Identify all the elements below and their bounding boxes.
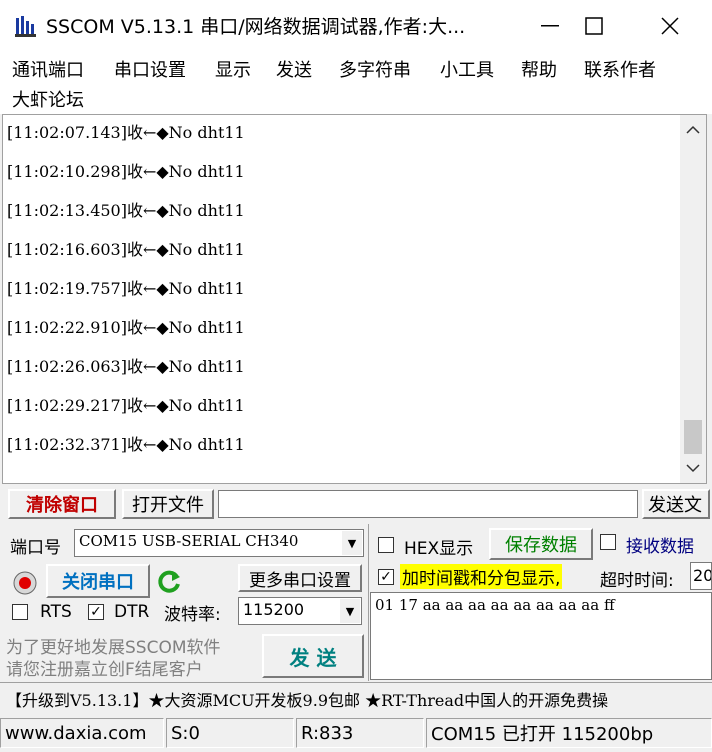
close-port-button[interactable]: 关闭串口 [46,564,150,598]
status-bar: www.daxia.com S:0 R:833 COM15 已打开 115200… [0,716,712,752]
ad-banner[interactable]: 【升级到V5.13.1】★大资源MCU开发板9.9包邮 ★RT-Thread中国… [0,682,712,712]
chevron-down-icon[interactable]: ▼ [340,599,360,623]
log-line: [11:02:13.450]收←◆No dht11 [7,201,245,220]
menu-contact-author[interactable]: 联系作者 [584,56,656,82]
scroll-up-icon[interactable] [686,125,700,135]
title-bar: SSCOM V5.13.1 串口/网络数据调试器,作者:大... [0,0,712,52]
receive-data-checkbox[interactable] [600,534,616,550]
scroll-down-icon[interactable] [686,463,700,473]
timeout-value: 20 [693,566,712,585]
menu-forum[interactable]: 大虾论坛 [12,86,84,112]
log-line: [11:02:32.371]收←◆No dht11 [7,435,245,454]
port-select[interactable]: COM15 USB-SERIAL CH340 ▼ [74,529,364,557]
send-file-button[interactable]: 发送文 [642,489,710,519]
timestamp-label: 加时间戳和分包显示, [400,564,563,589]
timestamp-checkbox[interactable]: ✓ [378,569,394,585]
menu-tools[interactable]: 小工具 [440,56,494,82]
baud-rate-label: 波特率: [164,605,221,625]
maximize-button[interactable] [562,0,626,52]
sscom-app-icon [15,16,36,37]
save-data-button[interactable]: 保存数据 [489,528,593,560]
scrollbar-thumb[interactable] [684,420,702,454]
menu-bar: 通讯端口 串口设置 显示 发送 多字符串 小工具 帮助 联系作者 大虾论坛 [0,52,712,114]
log-line: [11:02:22.910]收←◆No dht11 [7,318,245,337]
log-scrollbar[interactable] [680,115,706,483]
receive-data-label: 接收数据 [626,537,694,557]
log-line: [11:02:19.757]收←◆No dht11 [7,279,245,298]
receive-log[interactable]: [11:02:07.143]收←◆No dht11 [11:02:10.298]… [2,114,707,484]
menu-serial-settings[interactable]: 串口设置 [114,56,186,82]
clear-window-button[interactable]: 清除窗口 [8,489,116,519]
close-window-button[interactable] [638,0,702,52]
timeout-input[interactable]: 20 [690,562,712,590]
send-button[interactable]: 发 送 [262,634,364,678]
refresh-icon[interactable] [157,568,183,594]
status-sent-count: S:0 [166,718,294,748]
baud-rate-select[interactable]: 115200 ▼ [238,597,362,625]
file-path-input[interactable] [218,490,638,518]
send-data-input[interactable]: 01 17 aa aa aa aa aa aa aa aa ff [370,592,712,680]
more-serial-settings-button[interactable]: 更多串口设置 [238,564,362,592]
menu-multi-string[interactable]: 多字符串 [339,56,411,82]
dtr-label: DTR [114,602,150,622]
send-data-content: 01 17 aa aa aa aa aa aa aa aa ff [375,596,615,614]
menu-comm-port[interactable]: 通讯端口 [12,56,84,82]
promo-text-line2[interactable]: 请您注册嘉立创F结尾客户 [6,655,203,680]
log-line: [11:02:10.298]收←◆No dht11 [7,162,245,181]
minimize-icon [541,25,559,27]
hex-display-checkbox[interactable] [378,537,394,553]
timeout-label: 超时时间: [600,571,674,591]
port-select-value: COM15 USB-SERIAL CH340 [79,532,299,550]
hex-display-label: HEX显示 [404,539,474,559]
menu-send[interactable]: 发送 [276,56,312,82]
status-received-count: R:833 [296,718,424,748]
status-port-info: COM15 已打开 115200bp [426,718,712,748]
baud-rate-value: 115200 [243,600,305,619]
panel-divider [368,524,369,681]
window-title: SSCOM V5.13.1 串口/网络数据调试器,作者:大... [46,16,466,38]
dtr-checkbox[interactable]: ✓ [88,604,104,620]
maximize-icon [585,17,603,35]
menu-help[interactable]: 帮助 [521,56,557,82]
log-line: [11:02:29.217]收←◆No dht11 [7,396,245,415]
rts-checkbox[interactable] [12,604,28,620]
open-file-button[interactable]: 打开文件 [122,489,214,519]
chevron-down-icon[interactable]: ▼ [342,531,362,555]
port-label: 端口号 [10,538,61,558]
status-website[interactable]: www.daxia.com [0,718,164,748]
log-line: [11:02:07.143]收←◆No dht11 [7,123,245,142]
menu-display[interactable]: 显示 [215,56,251,82]
port-status-led-icon [13,571,37,595]
close-icon [661,17,679,35]
log-line: [11:02:16.603]收←◆No dht11 [7,240,245,259]
rts-label: RTS [40,602,72,622]
log-line: [11:02:26.063]收←◆No dht11 [7,357,245,376]
ad-banner-text[interactable]: 【升级到V5.13.1】★大资源MCU开发板9.9包邮 ★RT-Thread中国… [6,687,608,711]
